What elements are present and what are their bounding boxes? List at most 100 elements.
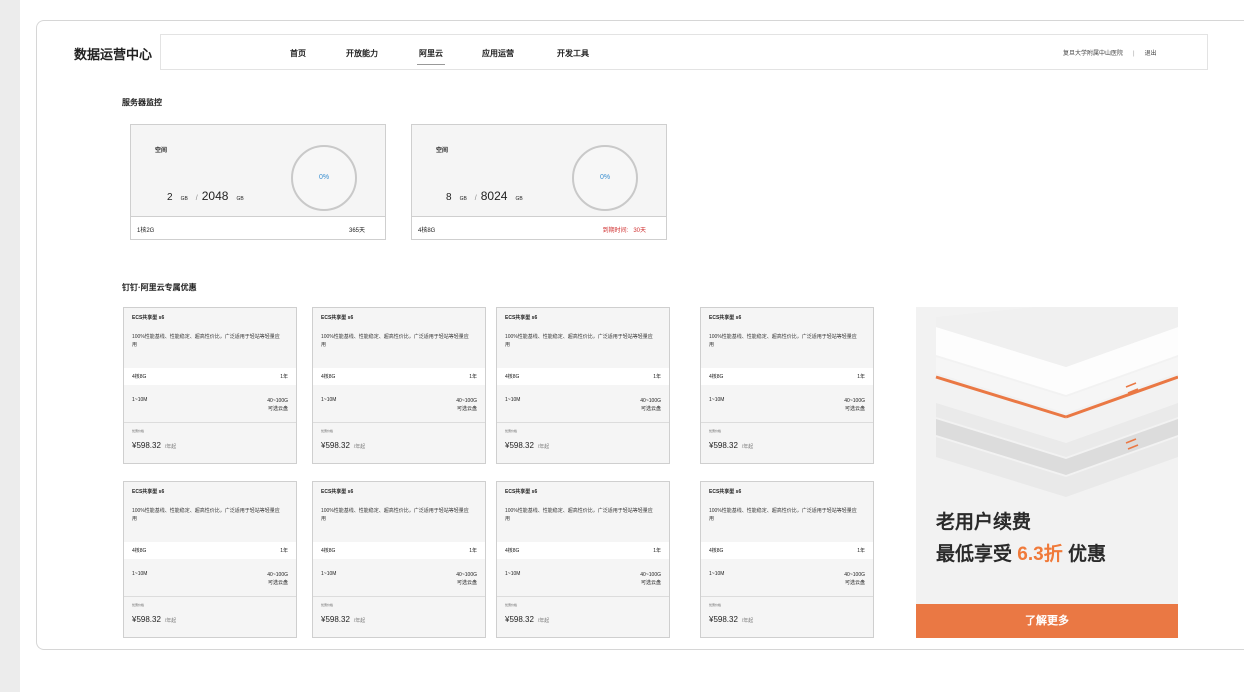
learn-more-button[interactable]: 了解更多 — [916, 604, 1178, 638]
server-card-footer: 4核8G 到期时间: 30天 — [412, 216, 666, 239]
product-spec: 4核8G — [321, 374, 336, 380]
product-divider — [497, 596, 669, 597]
server-usage: 8 GB /8024 GB — [446, 187, 523, 205]
server-card[interactable]: 空间 2 GB /2048 GB 0% 1核2G 365天 — [130, 124, 386, 240]
product-term: 1年 — [469, 548, 477, 554]
server-card[interactable]: 空间 8 GB /8024 GB 0% 4核8G 到期时间: 30天 — [411, 124, 667, 240]
usage-used: 2 — [167, 192, 173, 203]
server-spec: 4核8G — [418, 228, 436, 234]
banner-discount: 6.3折 — [1017, 544, 1063, 565]
user-name[interactable]: 复旦大学附属中山医院 — [1063, 51, 1123, 57]
product-description: 100%性能基线、性能稳定、超高性价比，广泛适用于轻站等轻量应用 — [132, 508, 280, 522]
usage-percent: 0% — [318, 174, 330, 181]
product-name: ECS共享型 s6 — [709, 315, 742, 321]
product-disk: 40~100G 可选云盘 — [267, 398, 288, 412]
usage-gauge: 0% — [291, 145, 357, 211]
promo-title: 钉钉·阿里云专属优惠 — [122, 283, 197, 292]
nav-item-home[interactable]: 首页 — [290, 48, 306, 59]
product-name: ECS共享型 s6 — [505, 489, 538, 495]
product-price-label: 优惠价格 — [505, 429, 518, 433]
product-spec-row: 4核8G 1年 — [313, 368, 485, 385]
nav-item-app-operations[interactable]: 应用运营 — [482, 48, 514, 59]
banner-subline: 最低享受 6.3折 优惠 — [936, 544, 1107, 565]
product-spec-row: 4核8G 1年 — [124, 368, 296, 385]
nav-item-open-capabilities[interactable]: 开放能力 — [346, 48, 378, 59]
product-spec-row: 4核8G 1年 — [124, 542, 296, 559]
product-price-label: 优惠价格 — [709, 603, 722, 607]
top-nav: 首页 开放能力 阿里云 应用运营 开发工具 复旦大学附属中山医院 | 退出 — [160, 34, 1208, 70]
product-disk: 40~100G 可选云盘 — [844, 572, 865, 586]
product-price-label: 优惠价格 — [321, 603, 334, 607]
product-description: 100%性能基线、性能稳定、超高性价比，广泛适用于轻站等轻量应用 — [321, 508, 469, 522]
product-card[interactable]: ECS共享型 s6 100%性能基线、性能稳定、超高性价比，广泛适用于轻站等轻量应… — [123, 481, 297, 638]
usage-total: 8024 — [480, 189, 508, 203]
product-description: 100%性能基线、性能稳定、超高性价比，广泛适用于轻站等轻量应用 — [709, 334, 857, 348]
product-price: ¥598.32/年起 — [321, 615, 366, 624]
product-spec-row: 4核8G 1年 — [701, 368, 873, 385]
product-disk: 40~100G 可选云盘 — [640, 398, 661, 412]
usage-used-unit: GB — [459, 196, 467, 202]
product-disk: 40~100G 可选云盘 — [640, 572, 661, 586]
server-card-label: 空间 — [436, 148, 449, 154]
product-card[interactable]: ECS共享型 s6 100%性能基线、性能稳定、超高性价比，广泛适用于轻站等轻量应… — [496, 307, 670, 464]
nav-item-aliyun[interactable]: 阿里云 — [417, 48, 445, 65]
usage-total: 2048 — [201, 189, 229, 203]
nav-item-dev-tools[interactable]: 开发工具 — [557, 48, 589, 59]
product-price: ¥598.32/年起 — [132, 441, 177, 450]
product-card[interactable]: ECS共享型 s6 100%性能基线、性能稳定、超高性价比，广泛适用于轻站等轻量应… — [700, 307, 874, 464]
product-description: 100%性能基线、性能稳定、超高性价比，广泛适用于轻站等轻量应用 — [321, 334, 469, 348]
left-rail — [0, 0, 20, 692]
product-card[interactable]: ECS共享型 s6 100%性能基线、性能稳定、超高性价比，广泛适用于轻站等轻量应… — [496, 481, 670, 638]
product-bandwidth: 1~10M — [321, 397, 337, 403]
product-price: ¥598.32/年起 — [505, 441, 550, 450]
product-card[interactable]: ECS共享型 s6 100%性能基线、性能稳定、超高性价比，广泛适用于轻站等轻量应… — [312, 307, 486, 464]
server-monitor-title: 服务器监控 — [122, 98, 162, 107]
product-divider — [313, 422, 485, 423]
product-spec-row: 4核8G 1年 — [701, 542, 873, 559]
product-bandwidth: 1~10M — [505, 397, 521, 403]
usage-slash: / — [195, 195, 198, 202]
usage-used-unit: GB — [180, 196, 188, 202]
product-price: ¥598.32/年起 — [132, 615, 177, 624]
product-spec: 4核8G — [132, 548, 147, 554]
product-spec-row: 4核8G 1年 — [497, 542, 669, 559]
product-bandwidth: 1~10M — [709, 397, 725, 403]
product-card[interactable]: ECS共享型 s6 100%性能基线、性能稳定、超高性价比，广泛适用于轻站等轻量应… — [123, 307, 297, 464]
product-bandwidth: 1~10M — [132, 397, 148, 403]
product-term: 1年 — [857, 548, 865, 554]
product-bandwidth: 1~10M — [505, 571, 521, 577]
product-term: 1年 — [857, 374, 865, 380]
product-disk: 40~100G 可选云盘 — [456, 572, 477, 586]
product-bandwidth: 1~10M — [321, 571, 337, 577]
server-usage: 2 GB /2048 GB — [167, 187, 244, 205]
product-name: ECS共享型 s6 — [132, 315, 165, 321]
server-card-footer: 1核2G 365天 — [131, 216, 385, 239]
product-description: 100%性能基线、性能稳定、超高性价比，广泛适用于轻站等轻量应用 — [132, 334, 280, 348]
product-price: ¥598.32/年起 — [709, 615, 754, 624]
product-spec-row: 4核8G 1年 — [313, 542, 485, 559]
product-price: ¥598.32/年起 — [709, 441, 754, 450]
usage-slash: / — [474, 195, 477, 202]
product-bandwidth: 1~10M — [709, 571, 725, 577]
product-name: ECS共享型 s6 — [321, 315, 354, 321]
product-card[interactable]: ECS共享型 s6 100%性能基线、性能稳定、超高性价比，广泛适用于轻站等轻量应… — [700, 481, 874, 638]
product-divider — [497, 422, 669, 423]
logout-link[interactable]: 退出 — [1145, 51, 1157, 57]
product-disk: 40~100G 可选云盘 — [267, 572, 288, 586]
product-name: ECS共享型 s6 — [505, 315, 538, 321]
product-divider — [124, 596, 296, 597]
product-card[interactable]: ECS共享型 s6 100%性能基线、性能稳定、超高性价比，广泛适用于轻站等轻量应… — [312, 481, 486, 638]
usage-total-unit: GB — [236, 196, 244, 202]
banner-headline: 老用户续费 — [936, 512, 1032, 533]
usage-gauge: 0% — [572, 145, 638, 211]
product-term: 1年 — [653, 374, 661, 380]
renewal-banner[interactable]: 老用户续费 最低享受 6.3折 优惠 了解更多 — [916, 307, 1178, 638]
product-price-label: 优惠价格 — [505, 603, 518, 607]
product-price-label: 优惠价格 — [709, 429, 722, 433]
product-divider — [701, 596, 873, 597]
server-period: 365天 — [348, 228, 365, 234]
product-spec-row: 4核8G 1年 — [497, 368, 669, 385]
product-term: 1年 — [653, 548, 661, 554]
user-area: 复旦大学附属中山医院 | 退出 — [1063, 48, 1157, 57]
product-spec: 4核8G — [505, 374, 520, 380]
